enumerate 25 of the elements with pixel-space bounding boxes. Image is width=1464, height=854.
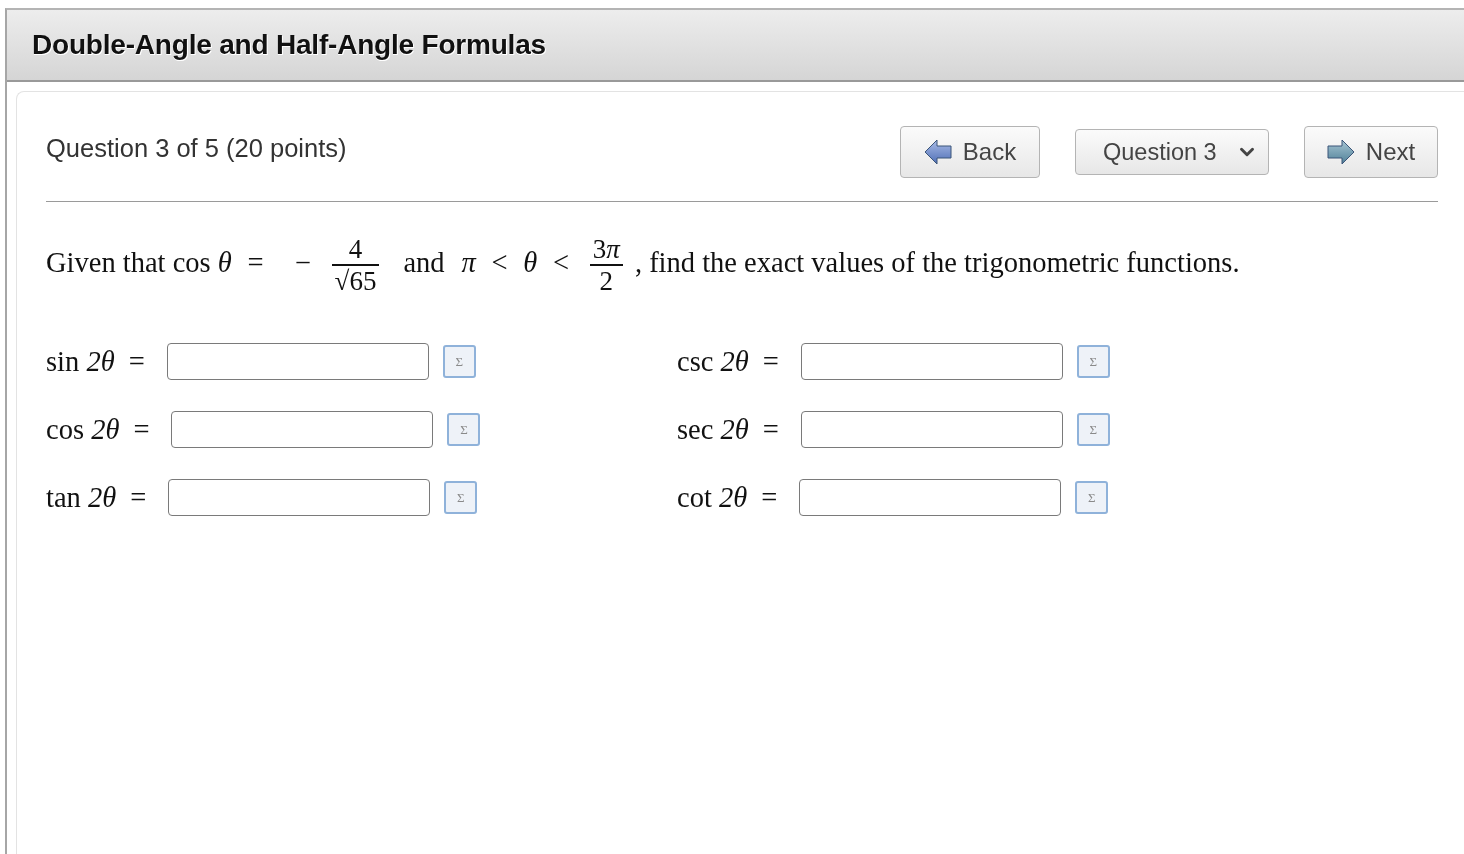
equation-editor-button[interactable]: Σ: [1075, 481, 1109, 514]
equation-label: cos 2θ =: [46, 413, 150, 446]
equation-label: csc 2θ =: [677, 345, 779, 378]
equation-label: tan 2θ =: [46, 481, 147, 514]
back-button[interactable]: Back: [900, 126, 1040, 178]
page-title: Double-Angle and Half-Angle Formulas: [32, 29, 546, 61]
answer-field[interactable]: [166, 343, 429, 380]
left-arrow-icon: [923, 139, 952, 165]
equation-editor-button[interactable]: Σ: [1076, 345, 1110, 378]
equation-editor-button[interactable]: Σ: [442, 345, 476, 378]
answer-field[interactable]: [799, 479, 1062, 516]
question-select[interactable]: Question 3: [1075, 129, 1269, 175]
equation-editor-button[interactable]: Σ: [444, 481, 478, 514]
answer-field[interactable]: [168, 479, 431, 516]
equation-label: cot 2θ =: [677, 481, 778, 514]
answer-field[interactable]: [800, 343, 1063, 380]
answer-field[interactable]: [800, 411, 1063, 448]
equation-editor-button[interactable]: Σ: [447, 413, 481, 446]
question-heading: Question 3 of 5 (20 points): [46, 133, 347, 163]
equation-label: sin 2θ =: [46, 345, 145, 378]
next-button[interactable]: Next: [1304, 126, 1438, 178]
right-arrow-icon: [1326, 139, 1355, 165]
equation-label: sec 2θ =: [677, 413, 779, 446]
equation-editor-button[interactable]: Σ: [1076, 413, 1110, 446]
answer-field[interactable]: [171, 411, 434, 448]
